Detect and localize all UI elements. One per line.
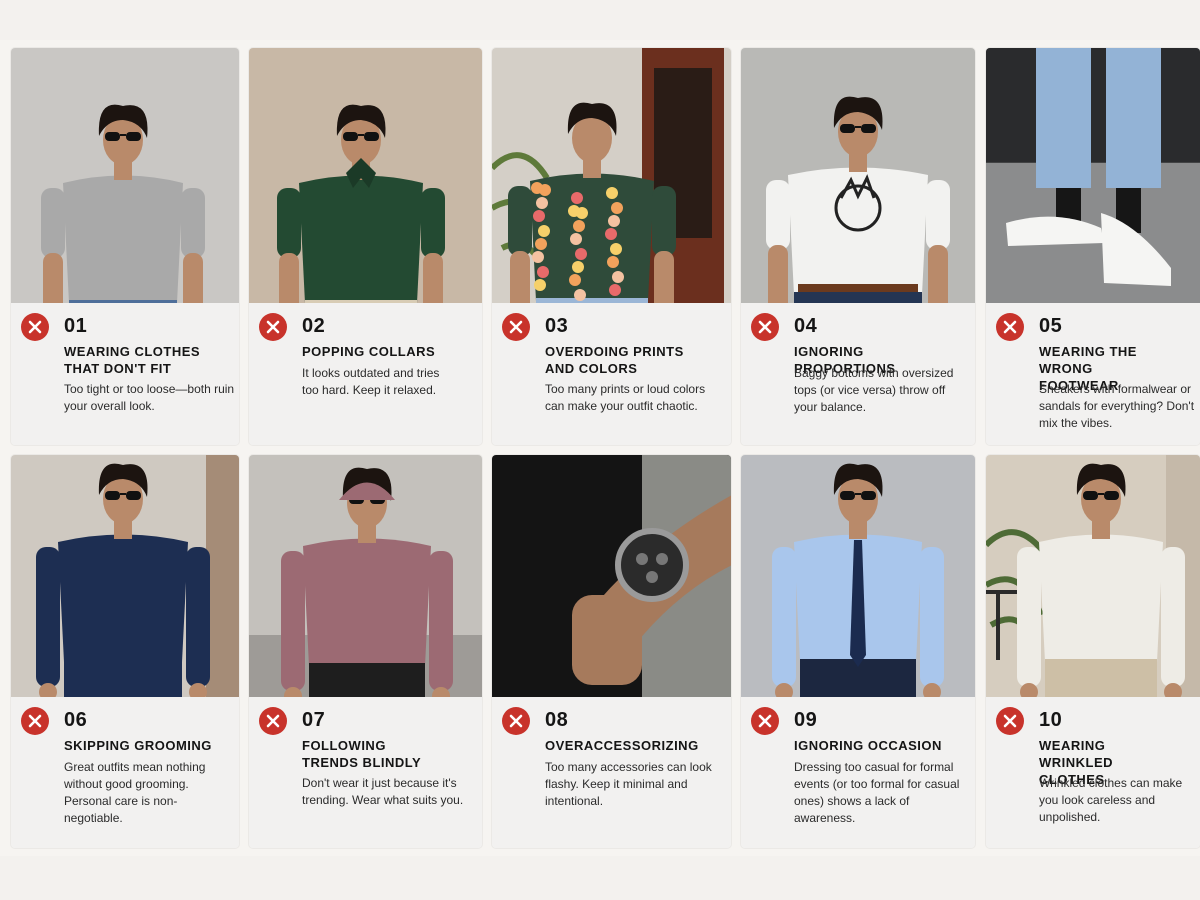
mistake-info: 05 WEARING THE WRONG FOOTWEAR Sneakers wit… (986, 303, 1200, 445)
outfit-photo (11, 48, 239, 303)
x-circle-icon (259, 707, 287, 735)
x-circle-icon (21, 313, 49, 341)
mistake-description: Dressing too casual for formal events (o… (794, 760, 960, 825)
mistake-title: IGNORING OCCASION (794, 738, 942, 753)
mistake-card-07: 07 FOLLOWING TRENDS BLINDLY Don't wear it … (249, 455, 482, 848)
mistake-info: 08 OVERACCESSORIZING Too many accessories … (492, 697, 731, 848)
mistake-description: Wrinkled clothes can make you look carel… (1039, 776, 1183, 824)
mistake-number: 03 (545, 315, 569, 337)
mistake-description: It looks outdated and tries too hard. Ke… (302, 366, 440, 397)
x-circle-icon (502, 707, 530, 735)
mistake-number: 04 (794, 315, 818, 337)
mistake-number: 08 (545, 709, 569, 731)
mistake-description: Too tight or too loose—both ruin your ov… (64, 382, 235, 413)
x-circle-icon (751, 313, 779, 341)
x-circle-icon (21, 707, 49, 735)
mistake-number: 01 (64, 315, 88, 337)
mistake-card-01: 01 WEARING CLOTHES THAT DON'T FIT Too tigh… (11, 48, 239, 445)
mistake-description: Don't wear it just because it's trending… (302, 776, 464, 807)
mistake-card-04: 04 IGNORING PROPORTIONS Baggy bottoms with… (741, 48, 975, 445)
mistake-description: Sneakers with formalwear or sandals for … (1039, 382, 1195, 430)
mistake-card-03: 03 OVERDOING PRINTS AND COLORS Too many pr… (492, 48, 731, 445)
mistake-description: Too many accessories can look flashy. Ke… (545, 760, 712, 808)
mistake-description: Great outfits mean nothing without good … (64, 760, 206, 825)
mistake-card-10: 10 WEARING WRINKLED CLOTHES Wrinkled cloth… (986, 455, 1200, 848)
mistake-info: 02 POPPING COLLARS It looks outdated and t… (249, 303, 482, 445)
mistake-description: Too many prints or loud colors can make … (545, 382, 706, 413)
mistake-description: Baggy bottoms with oversized tops (or vi… (794, 366, 954, 414)
mistake-number: 06 (64, 709, 88, 731)
mistake-number: 02 (302, 315, 326, 337)
mistake-card-08: 08 OVERACCESSORIZING Too many accessories … (492, 455, 731, 848)
outfit-photo (492, 455, 731, 697)
mistake-info: 04 IGNORING PROPORTIONS Baggy bottoms with… (741, 303, 975, 445)
mistake-info: 09 IGNORING OCCASION Dressing too casual f… (741, 697, 975, 848)
mistake-title: OVERACCESSORIZING (545, 738, 699, 753)
outfit-photo (492, 48, 731, 303)
mistake-title: POPPING COLLARS (302, 344, 436, 359)
x-circle-icon (996, 707, 1024, 735)
x-circle-icon (996, 313, 1024, 341)
mistake-card-02: 02 POPPING COLLARS It looks outdated and t… (249, 48, 482, 445)
mistake-info: 07 FOLLOWING TRENDS BLINDLY Don't wear it … (249, 697, 482, 848)
mistake-number: 10 (1039, 709, 1063, 731)
mistake-number: 09 (794, 709, 818, 731)
outfit-photo (986, 48, 1200, 303)
x-circle-icon (259, 313, 287, 341)
mistake-title: WEARING CLOTHES THAT DON'T FIT (64, 344, 201, 376)
mistake-card-06: 06 SKIPPING GROOMING Great outfits mean no… (11, 455, 239, 848)
outfit-photo (11, 455, 239, 697)
outfit-photo (741, 48, 975, 303)
mistake-info: 06 SKIPPING GROOMING Great outfits mean no… (11, 697, 239, 848)
mistake-card-09: 09 IGNORING OCCASION Dressing too casual f… (741, 455, 975, 848)
mistake-number: 07 (302, 709, 326, 731)
outfit-photo (249, 455, 482, 697)
outfit-photo (741, 455, 975, 697)
mistake-info: 01 WEARING CLOTHES THAT DON'T FIT Too tigh… (11, 303, 239, 445)
outfit-photo (249, 48, 482, 303)
outfit-photo (986, 455, 1200, 697)
mistake-number: 05 (1039, 315, 1063, 337)
mistake-title: SKIPPING GROOMING (64, 738, 212, 753)
bottom-band (0, 856, 1200, 900)
x-circle-icon (751, 707, 779, 735)
mistake-card-05: 05 WEARING THE WRONG FOOTWEAR Sneakers wit… (986, 48, 1200, 445)
mistake-title: FOLLOWING TRENDS BLINDLY (302, 738, 422, 770)
mistake-title: OVERDOING PRINTS AND COLORS (545, 344, 684, 376)
x-circle-icon (502, 313, 530, 341)
mistake-info: 10 WEARING WRINKLED CLOTHES Wrinkled cloth… (986, 697, 1200, 848)
top-band (0, 0, 1200, 40)
mistake-info: 03 OVERDOING PRINTS AND COLORS Too many pr… (492, 303, 731, 445)
